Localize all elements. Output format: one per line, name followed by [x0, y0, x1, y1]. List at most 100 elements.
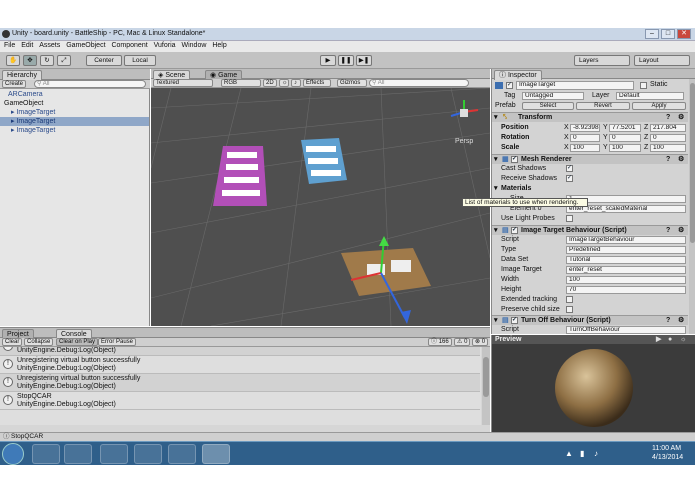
scale-z-field[interactable]: 100 — [650, 144, 686, 152]
play-preview-icon[interactable]: ▶ — [656, 335, 661, 344]
inspector-scroll-thumb[interactable] — [690, 83, 695, 243]
pivot-local-toggle[interactable]: Local — [124, 55, 156, 66]
active-checkbox[interactable]: ✓ — [506, 82, 513, 89]
mesh-renderer-enabled-checkbox[interactable]: ✓ — [511, 156, 518, 163]
receive-shadows-checkbox[interactable]: ✓ — [566, 175, 573, 182]
scene-search-input[interactable]: ⚲ All — [369, 79, 469, 87]
network-icon[interactable]: ▮ — [580, 449, 584, 458]
console-scroll-thumb[interactable] — [483, 357, 489, 397]
layer-dropdown[interactable]: Default — [616, 92, 684, 100]
position-z-field[interactable]: 217.804 — [650, 124, 686, 132]
hierarchy-item-imagetarget[interactable]: ▸ ImageTarget — [0, 108, 149, 117]
tag-dropdown[interactable]: Untagged — [522, 92, 584, 100]
menu-assets[interactable]: Assets — [39, 42, 60, 49]
scale-x-field[interactable]: 100 — [570, 144, 600, 152]
audio-toggle-icon[interactable]: ♪ — [291, 79, 301, 87]
start-button[interactable] — [2, 443, 24, 465]
hierarchy-item-imagetarget-selected[interactable]: ▸ ImageTarget — [0, 117, 149, 126]
internet-explorer-icon[interactable] — [100, 444, 128, 464]
menu-help[interactable]: Help — [212, 42, 226, 49]
console-scrollbar[interactable] — [482, 347, 490, 425]
turn-off-behaviour-header[interactable]: ▾ ▤ ✓ Turn Off Behaviour (Script) ? ⚙ — [492, 315, 688, 325]
error-pause-toggle[interactable]: Error Pause — [98, 338, 137, 346]
shading-dropdown[interactable]: Textured — [153, 79, 213, 87]
render-mode-dropdown[interactable]: RGB — [221, 79, 261, 87]
collapse-button[interactable]: Collapse — [24, 338, 54, 346]
itb-extended-tracking-checkbox[interactable] — [566, 296, 573, 303]
lighting-toggle-icon[interactable]: ☼ — [279, 79, 289, 87]
scale-tool-icon[interactable]: ⤢ — [57, 55, 71, 66]
hierarchy-item-arcamera[interactable]: ARCamera — [0, 90, 149, 99]
maximize-button[interactable]: □ — [661, 29, 675, 39]
media-player-icon[interactable] — [64, 444, 92, 464]
image-target-behaviour-header[interactable]: ▾ ▤ ✓ Image Target Behaviour (Script) ? … — [492, 225, 688, 235]
status-text[interactable]: StopQCAR — [11, 433, 43, 441]
rotation-y-field[interactable]: 0 — [609, 134, 641, 142]
light-preview-icon[interactable]: ☼ — [680, 335, 686, 344]
move-tool-icon[interactable]: ✥ — [23, 55, 37, 66]
preview-header[interactable]: Preview ▶ ● ☼ — [492, 335, 695, 344]
error-count-toggle[interactable]: ⊗ 0 — [472, 338, 489, 346]
menu-gameobject[interactable]: GameObject — [66, 42, 105, 49]
scale-y-field[interactable]: 100 — [609, 144, 641, 152]
console-row[interactable]: ! StopQCAR UnityEngine.Debug:Log(Object) — [0, 392, 480, 410]
inspector-scrollbar[interactable] — [689, 79, 695, 334]
itb-preserve-child-checkbox[interactable] — [566, 306, 573, 313]
position-y-field[interactable]: 77.5201 — [609, 124, 641, 132]
clock-date[interactable]: 4/13/2014 — [652, 454, 683, 461]
menu-file[interactable]: File — [4, 42, 15, 49]
help-icon[interactable]: ? — [666, 113, 670, 122]
sphere-preview-icon[interactable]: ● — [668, 335, 672, 344]
hierarchy-search-input[interactable]: ⚲ All — [34, 80, 146, 88]
prefab-apply-button[interactable]: Apply — [632, 102, 686, 110]
close-button[interactable]: ✕ — [677, 29, 691, 39]
chrome-icon[interactable] — [134, 444, 162, 464]
scene-canvas[interactable]: Persp — [151, 88, 490, 326]
itb-enabled-checkbox[interactable]: ✓ — [511, 227, 518, 234]
console-row[interactable]: ! Unregistering virtual button successfu… — [0, 374, 480, 392]
console-row[interactable]: ! Unregistering virtual button successfu… — [0, 356, 480, 374]
info-count-toggle[interactable]: ⓘ 166 — [428, 338, 452, 346]
orientation-gizmo-icon[interactable] — [450, 100, 479, 117]
materials-row[interactable]: ▾ Materials — [492, 184, 688, 194]
explorer-icon[interactable] — [32, 444, 60, 464]
tab-hierarchy[interactable]: Hierarchy — [2, 70, 42, 80]
static-checkbox[interactable] — [640, 82, 647, 89]
cast-shadows-checkbox[interactable]: ✓ — [566, 165, 573, 172]
clear-on-play-toggle[interactable]: Clear on Play — [56, 338, 99, 346]
effects-dropdown[interactable]: Effects — [303, 79, 331, 87]
warning-count-toggle[interactable]: ⚠ 0 — [454, 338, 471, 346]
gear-icon[interactable]: ⚙ — [678, 113, 684, 122]
itb-image-target-dropdown[interactable]: enter_reset — [566, 266, 686, 274]
console-row[interactable]: ! UnityEngine.Debug:Log(Object) — [0, 347, 480, 356]
gizmos-dropdown[interactable]: Gizmos — [337, 79, 367, 87]
step-button[interactable]: ▶❚ — [356, 55, 372, 66]
tray-arrow-icon[interactable]: ▲ — [565, 449, 573, 458]
scene-viewport[interactable]: Persp — [151, 88, 490, 326]
layers-dropdown[interactable]: Layers — [574, 55, 630, 66]
menu-component[interactable]: Component — [111, 42, 147, 49]
prefab-select-button[interactable]: Select — [522, 102, 574, 110]
itb-width-field[interactable]: 100 — [566, 276, 686, 284]
mesh-renderer-header[interactable]: ▾ ▦ ✓ Mesh Renderer ? ⚙ — [492, 154, 688, 164]
prefab-revert-button[interactable]: Revert — [576, 102, 630, 110]
minimize-button[interactable]: – — [645, 29, 659, 39]
menu-edit[interactable]: Edit — [21, 42, 33, 49]
unity-taskbar-icon[interactable] — [202, 444, 230, 464]
notepad-icon[interactable] — [168, 444, 196, 464]
gear-icon[interactable]: ⚙ — [678, 316, 684, 325]
tab-inspector[interactable]: ⓘ Inspector — [494, 70, 542, 80]
clock-time[interactable]: 11:00 AM — [652, 445, 681, 452]
use-light-probes-checkbox[interactable] — [566, 215, 573, 222]
hierarchy-item-gameobject[interactable]: GameObject — [0, 99, 149, 108]
object-name-input[interactable]: ImageTarget — [516, 81, 634, 90]
itb-type-dropdown[interactable]: Predefined — [566, 246, 686, 254]
itb-script-field[interactable]: ImageTargetBehaviour — [566, 236, 686, 244]
rotation-x-field[interactable]: 0 — [570, 134, 600, 142]
play-button[interactable]: ▶ — [320, 55, 336, 66]
layout-dropdown[interactable]: Layout — [634, 55, 690, 66]
persp-label[interactable]: Persp — [455, 138, 473, 145]
tob-enabled-checkbox[interactable]: ✓ — [511, 317, 518, 324]
menu-vuforia[interactable]: Vuforia — [154, 42, 176, 49]
rotation-z-field[interactable]: 0 — [650, 134, 686, 142]
